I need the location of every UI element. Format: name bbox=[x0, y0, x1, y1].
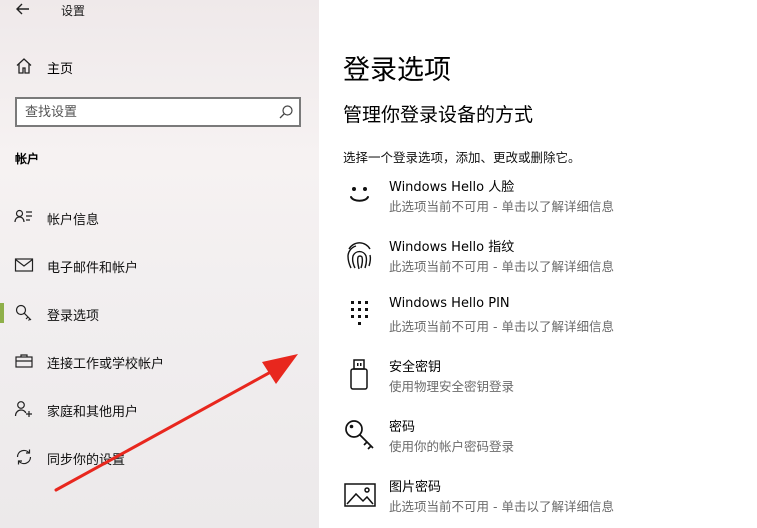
face-icon bbox=[343, 178, 377, 212]
pin-keypad-icon bbox=[343, 298, 377, 332]
mail-icon bbox=[14, 255, 34, 275]
sidebar-item-label: 登录选项 bbox=[47, 309, 100, 324]
sidebar-item-label: 电子邮件和帐户 bbox=[47, 261, 139, 276]
sync-icon bbox=[14, 447, 34, 467]
section-title: 帐户 bbox=[15, 152, 40, 166]
annotation-arrow bbox=[54, 354, 298, 492]
picture-icon bbox=[343, 478, 377, 512]
search-box[interactable] bbox=[15, 97, 301, 127]
selected-indicator bbox=[0, 303, 4, 323]
key-icon bbox=[14, 303, 34, 323]
sidebar-item-label: 帐户信息 bbox=[47, 213, 100, 228]
sidebar: 设置 主页 帐户 帐户信息 电子邮件和帐户 登录选项 bbox=[0, 0, 319, 528]
option-picture-password[interactable]: 图片密码 此选项当前不可用 - 单击以了解详细信息 bbox=[343, 476, 753, 520]
back-arrow-icon[interactable] bbox=[14, 0, 32, 18]
option-title: 密码 bbox=[389, 420, 416, 435]
option-hello-face[interactable]: Windows Hello 人脸 此选项当前不可用 - 单击以了解详细信息 bbox=[343, 176, 753, 220]
section-heading: 管理你登录设备的方式 bbox=[343, 104, 534, 126]
usb-key-icon bbox=[343, 358, 377, 392]
app-title: 设置 bbox=[61, 4, 86, 18]
sidebar-item-account-info[interactable]: 帐户信息 bbox=[0, 201, 319, 233]
option-title: Windows Hello 人脸 bbox=[389, 180, 515, 195]
option-title: 图片密码 bbox=[389, 480, 442, 495]
option-title: Windows Hello 指纹 bbox=[389, 240, 515, 255]
home-icon bbox=[14, 56, 34, 76]
page-title: 登录选项 bbox=[343, 55, 451, 86]
option-hello-fingerprint[interactable]: Windows Hello 指纹 此选项当前不可用 - 单击以了解详细信息 bbox=[343, 236, 753, 280]
key-icon bbox=[343, 418, 377, 452]
home-label: 主页 bbox=[47, 62, 74, 77]
option-title: 安全密钥 bbox=[389, 360, 442, 375]
option-hello-pin[interactable]: Windows Hello PIN 此选项当前不可用 - 单击以了解详细信息 bbox=[343, 296, 753, 340]
add-person-icon bbox=[14, 399, 34, 419]
sidebar-item-email[interactable]: 电子邮件和帐户 bbox=[0, 249, 319, 281]
home-nav-item[interactable]: 主页 bbox=[14, 56, 294, 78]
search-input[interactable] bbox=[25, 102, 265, 122]
briefcase-icon bbox=[14, 351, 34, 371]
option-description: 此选项当前不可用 - 单击以了解详细信息 bbox=[389, 499, 614, 514]
fingerprint-icon bbox=[343, 238, 377, 272]
option-title: Windows Hello PIN bbox=[389, 296, 510, 311]
sidebar-item-sign-in-options[interactable]: 登录选项 bbox=[0, 297, 319, 329]
option-description: 使用你的帐户密码登录 bbox=[389, 439, 515, 454]
option-description: 此选项当前不可用 - 单击以了解详细信息 bbox=[389, 319, 614, 334]
option-description: 此选项当前不可用 - 单击以了解详细信息 bbox=[389, 259, 614, 274]
option-description: 使用物理安全密钥登录 bbox=[389, 379, 515, 394]
search-icon[interactable] bbox=[278, 104, 294, 120]
intro-text: 选择一个登录选项，添加、更改或删除它。 bbox=[343, 150, 581, 165]
account-info-icon bbox=[14, 207, 34, 227]
option-password[interactable]: 密码 使用你的帐户密码登录 bbox=[343, 416, 753, 460]
option-security-key[interactable]: 安全密钥 使用物理安全密钥登录 bbox=[343, 356, 753, 400]
option-description: 此选项当前不可用 - 单击以了解详细信息 bbox=[389, 199, 614, 214]
main-panel: 登录选项 管理你登录设备的方式 选择一个登录选项，添加、更改或删除它。 Wind… bbox=[319, 0, 757, 528]
